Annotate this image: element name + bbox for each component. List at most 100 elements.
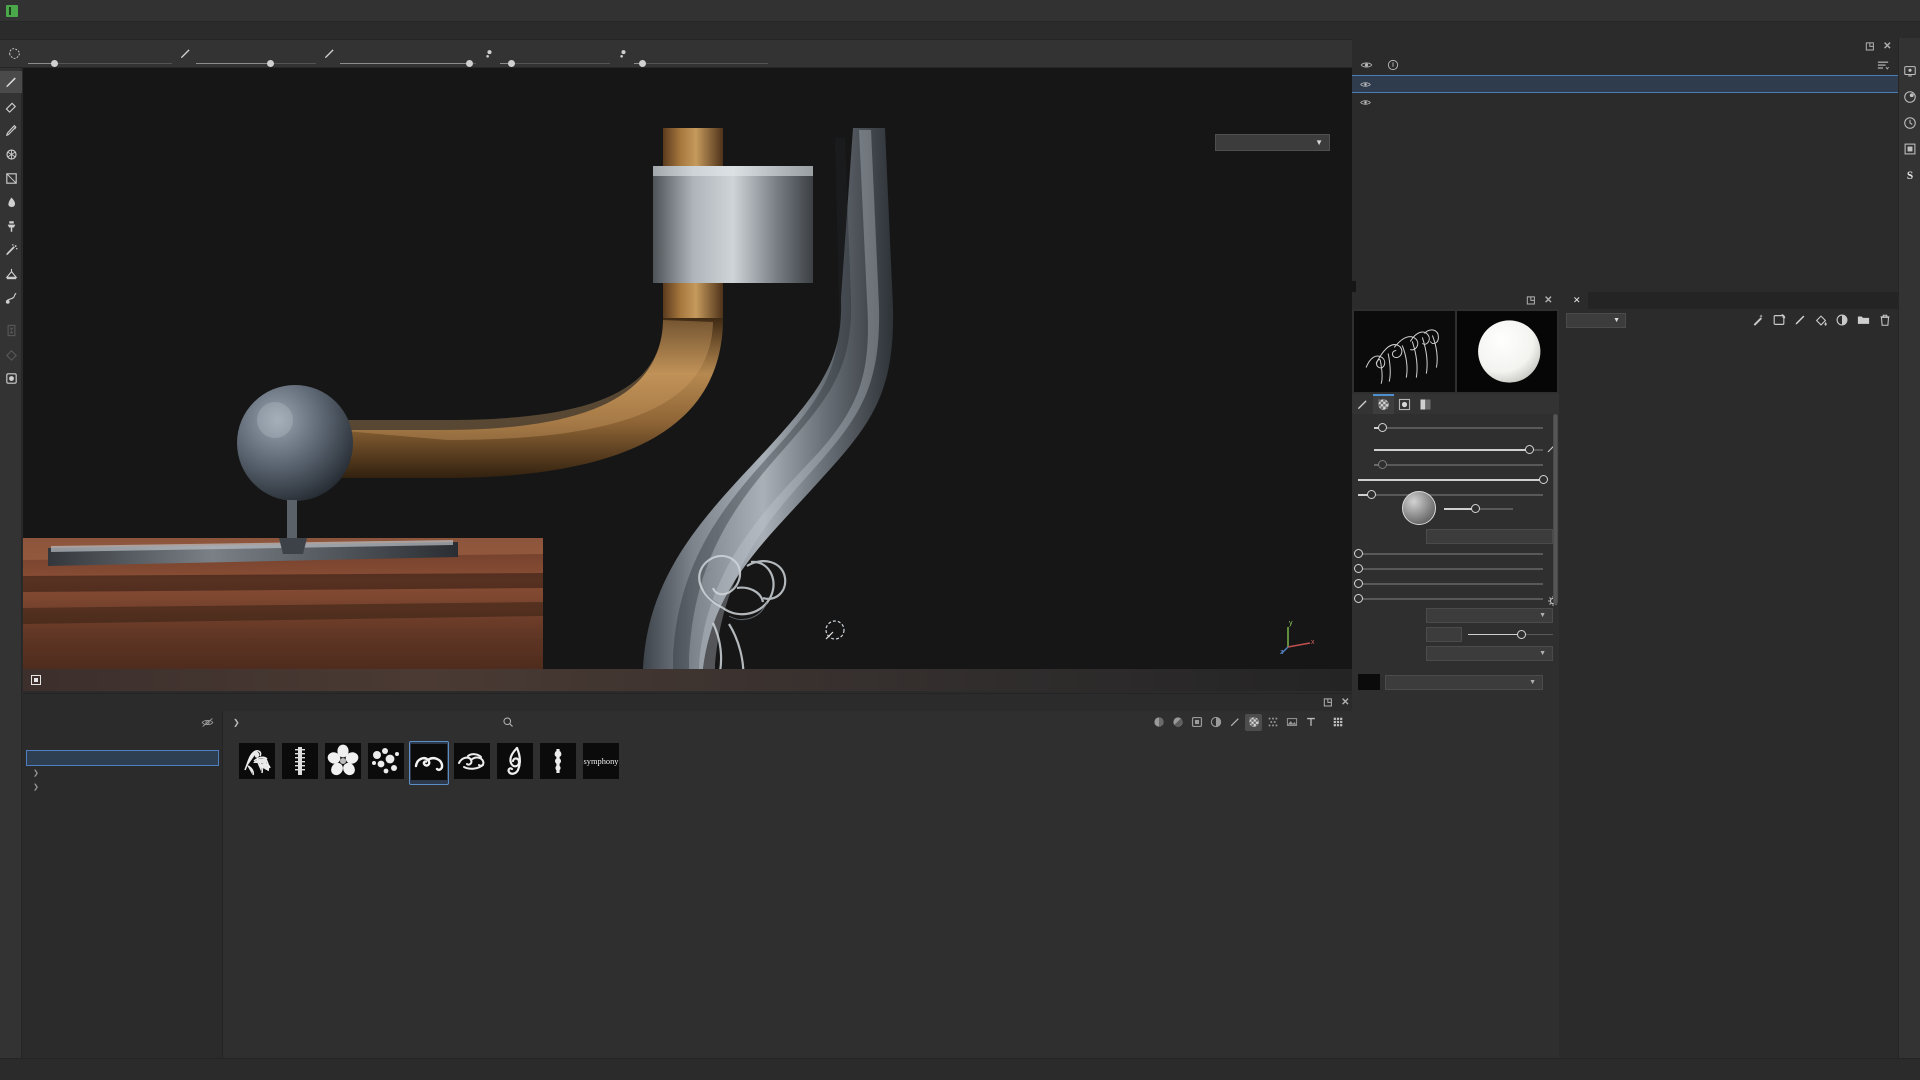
tab-texture-set-settings[interactable]: [1588, 292, 1602, 309]
prop-size-space[interactable]: ▼: [1352, 642, 1559, 661]
smudge-tool-icon[interactable]: [0, 191, 22, 213]
prop-slider[interactable]: [1354, 564, 1543, 574]
procedurals-icon[interactable]: [1207, 714, 1224, 731]
physical-paint-tool-icon[interactable]: [0, 287, 22, 309]
prop-flow-jitter[interactable]: [1352, 559, 1559, 574]
info-icon[interactable]: [1387, 59, 1399, 71]
assets-tree-item[interactable]: ❯: [23, 766, 222, 780]
prop-slider[interactable]: [1374, 423, 1543, 433]
minimize-button[interactable]: [1830, 0, 1860, 22]
texture-set-list-undock-icon[interactable]: ◳: [1865, 41, 1875, 52]
prop-slider[interactable]: [1354, 549, 1543, 559]
assets-tree-item[interactable]: [23, 794, 222, 808]
texture-set-row[interactable]: [1352, 93, 1898, 111]
brush-tip-icon[interactable]: [1352, 394, 1373, 414]
prop-alignment[interactable]: ▼: [1352, 604, 1559, 623]
resource-updater-tool-icon[interactable]: [0, 367, 22, 389]
properties-undock-icon[interactable]: ◳: [1526, 295, 1536, 306]
eye-icon[interactable]: [1360, 98, 1371, 107]
projection-tool-icon[interactable]: [0, 119, 22, 141]
param-size[interactable]: [28, 40, 172, 68]
tab-layers[interactable]: ✕: [1560, 292, 1588, 309]
param-distance[interactable]: [634, 40, 768, 68]
maximize-button[interactable]: [1860, 0, 1890, 22]
eraser-tool-icon[interactable]: [0, 95, 22, 117]
assets-search[interactable]: [502, 716, 519, 728]
environments-icon[interactable]: [1283, 714, 1300, 731]
particles-tool-icon[interactable]: [0, 239, 22, 261]
close-button[interactable]: [1890, 0, 1920, 22]
prop-slider[interactable]: [1354, 579, 1543, 589]
prop-slider[interactable]: [1358, 475, 1548, 485]
texture-set-icon[interactable]: [1899, 136, 1920, 162]
shader-settings-icon[interactable]: [1899, 84, 1920, 110]
assets-tree-item[interactable]: ❯: [23, 780, 222, 794]
material-picker-tool-icon[interactable]: [0, 263, 22, 285]
viewport-material-select[interactable]: ▼: [1215, 134, 1330, 151]
asset-item[interactable]: [280, 741, 320, 785]
hide-filter-icon[interactable]: [201, 716, 214, 729]
param-stroke-opacity[interactable]: [340, 40, 476, 68]
view-mode-grid-icon[interactable]: [1329, 714, 1346, 731]
asset-item[interactable]: [366, 741, 406, 785]
fill-tool-icon[interactable]: [0, 343, 22, 365]
prop-slider[interactable]: [1374, 460, 1543, 470]
alphas-icon[interactable]: [1245, 713, 1262, 731]
param-slider[interactable]: [196, 59, 316, 67]
prop-value[interactable]: [1426, 529, 1553, 544]
prop-angle-jitter[interactable]: [1352, 574, 1559, 589]
param-spacing[interactable]: [500, 40, 610, 68]
asset-item[interactable]: [538, 741, 578, 785]
trash-icon[interactable]: [1878, 313, 1892, 327]
assets-tree-item[interactable]: [23, 736, 222, 750]
substance-icon[interactable]: S: [1899, 162, 1920, 188]
grayscale-icon[interactable]: [1373, 394, 1394, 414]
decal-tool-icon[interactable]: [0, 167, 22, 189]
geometry-decal-tool-icon[interactable]: [0, 143, 22, 165]
material-icon[interactable]: [1394, 394, 1415, 414]
texture-set-list-close-icon[interactable]: ✕: [1883, 41, 1892, 52]
texture-set-row[interactable]: [1352, 75, 1898, 93]
toggle-visibility-icon[interactable]: [1360, 59, 1373, 71]
prop-position-jitter[interactable]: [1352, 589, 1559, 606]
eye-icon[interactable]: [1360, 80, 1371, 89]
smart-materials-icon[interactable]: [1169, 714, 1186, 731]
asset-item[interactable]: [452, 741, 492, 785]
angle-slider[interactable]: [1444, 504, 1513, 514]
param-slider[interactable]: [634, 59, 768, 67]
properties-scrollbar[interactable]: [1553, 414, 1558, 1058]
prop-backface-culling[interactable]: [1352, 623, 1559, 642]
smart-mask-icon[interactable]: [1772, 313, 1786, 327]
prop-slider[interactable]: [1354, 594, 1543, 604]
prop-alpha-row[interactable]: ▼: [1352, 671, 1559, 690]
prop-minimum-flow-[interactable]: [1352, 455, 1559, 470]
channel-select[interactable]: ▼: [1566, 312, 1626, 328]
close-icon[interactable]: ✕: [1573, 295, 1581, 306]
magic-wand-icon[interactable]: [1751, 313, 1765, 327]
bake-tool-icon[interactable]: [0, 319, 22, 341]
properties-content[interactable]: ▼ ▼ ▼: [1352, 414, 1559, 1058]
alpha-select[interactable]: ▼: [1385, 674, 1543, 690]
clone-tool-icon[interactable]: [0, 215, 22, 237]
textures-icon[interactable]: [1264, 714, 1281, 731]
paint-layer-icon[interactable]: [1793, 313, 1807, 327]
param-slider[interactable]: [28, 59, 172, 67]
prop-stroke-opacity[interactable]: [1352, 470, 1559, 485]
assets-undock-icon[interactable]: ◳: [1323, 697, 1333, 708]
viewport-3d[interactable]: ▼ y x z: [23, 68, 1356, 691]
brush-preset-icon[interactable]: [0, 40, 28, 68]
prop-follow-path[interactable]: [1352, 525, 1559, 544]
history-icon[interactable]: [1899, 110, 1920, 136]
asset-item[interactable]: [323, 741, 363, 785]
paint-tool-icon[interactable]: [0, 71, 22, 93]
display-settings-icon[interactable]: [1899, 58, 1920, 84]
param-flow[interactable]: [196, 40, 316, 68]
asset-item[interactable]: [409, 741, 449, 785]
assets-tree-item[interactable]: [23, 808, 222, 822]
asset-item[interactable]: symphony: [581, 741, 621, 785]
breadcrumb-expand-icon[interactable]: ❯: [233, 718, 240, 727]
assets-tree-item[interactable]: [26, 750, 219, 766]
prop-combo[interactable]: ▼: [1426, 646, 1553, 661]
prop-minimum-size-[interactable]: [1352, 418, 1559, 433]
prop-slider[interactable]: [1374, 445, 1543, 455]
